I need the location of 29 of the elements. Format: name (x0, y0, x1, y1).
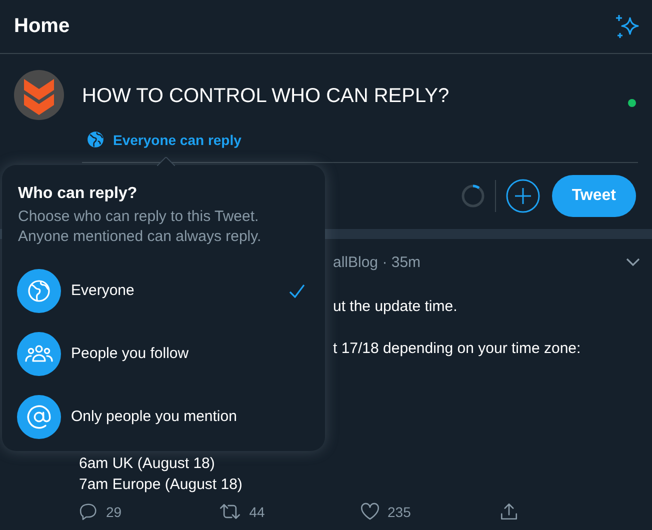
tweet-meta: allBlog · 35m (333, 254, 421, 270)
share-icon[interactable] (500, 502, 518, 521)
retweet-icon[interactable] (219, 502, 242, 521)
popup-title: Who can reply? (17, 184, 138, 203)
avatar (14, 70, 64, 120)
chevron-down-icon[interactable] (626, 258, 640, 266)
add-icon[interactable] (506, 179, 540, 213)
tweet-text: t 17/18 depending on your time zone: (333, 340, 581, 357)
action-count: 235 (388, 504, 411, 520)
sparkle-icon[interactable] (614, 14, 640, 40)
popup-description: Choose who can reply to this Tweet. Anyone mentioned can always reply. (17, 207, 262, 247)
at-sign-icon (26, 404, 52, 430)
speech-bubble-icon[interactable] (79, 502, 98, 521)
action-count: 44 (249, 504, 265, 520)
page-title: Home (14, 15, 70, 38)
reply-option[interactable]: Only people you mention (2, 385, 325, 448)
people-icon (25, 342, 53, 364)
action-count: 29 (106, 504, 122, 520)
reply-setting-link[interactable]: Everyone can reply (82, 122, 638, 163)
tweet-text: 7am Europe (August 18) (79, 475, 244, 495)
reply-option[interactable]: People you follow (2, 322, 325, 385)
tweet-text: 6am UK (August 18) (79, 454, 216, 474)
progress-ring-icon (460, 184, 485, 208)
heart-icon[interactable] (360, 502, 380, 521)
reply-option[interactable]: Everyone (2, 259, 325, 322)
globe-icon (86, 130, 105, 149)
globe-icon (27, 278, 51, 302)
tweet-draft-text[interactable]: HOW TO CONTROL WHO CAN REPLY? (82, 84, 450, 108)
tweet-text: ut the update time. (333, 298, 458, 315)
